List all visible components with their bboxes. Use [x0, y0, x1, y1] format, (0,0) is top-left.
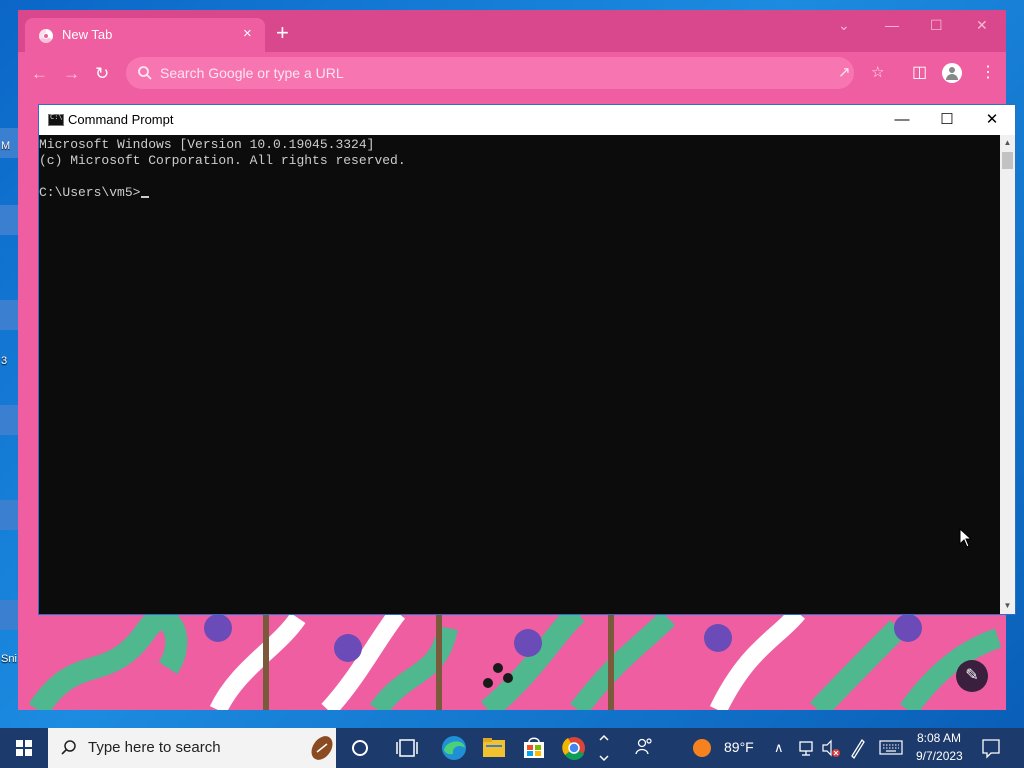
address-bar-placeholder: Search Google or type a URL	[160, 65, 344, 81]
minimize-button[interactable]: —	[885, 16, 899, 34]
scroll-thumb[interactable]	[1002, 152, 1013, 169]
tab-title: New Tab	[62, 27, 113, 42]
console-line: Microsoft Windows [Version 10.0.19045.33…	[39, 137, 375, 152]
back-icon[interactable]: ←	[31, 64, 48, 84]
bookmark-star-icon[interactable]: ☆	[871, 64, 884, 82]
console-output[interactable]: Microsoft Windows [Version 10.0.19045.33…	[39, 135, 1000, 614]
minimize-button[interactable]: —	[880, 109, 924, 131]
clock-date[interactable]: 9/7/2023	[916, 749, 963, 763]
window-title: Command Prompt	[68, 112, 174, 127]
desktop-icon[interactable]	[0, 405, 19, 435]
store-icon[interactable]	[514, 728, 554, 768]
address-bar[interactable]: Search Google or type a URL ↗ ☆	[126, 57, 884, 89]
task-view-icon[interactable]	[387, 728, 427, 768]
file-explorer-icon[interactable]	[474, 728, 514, 768]
chrome-icon[interactable]	[554, 728, 594, 768]
desktop-icon-label: 3	[1, 355, 8, 367]
google-doodle-image[interactable]	[18, 608, 1006, 710]
sun-icon	[693, 739, 711, 757]
chrome-favicon-icon	[39, 29, 53, 43]
desktop-icon[interactable]	[0, 205, 19, 235]
console-line: (c) Microsoft Corporation. All rights re…	[39, 153, 406, 168]
maximize-button[interactable]: ☐	[925, 109, 969, 131]
forward-icon[interactable]: →	[63, 64, 80, 84]
search-highlight-football-icon[interactable]	[306, 732, 336, 764]
network-icon[interactable]	[796, 728, 816, 768]
new-tab-button[interactable]: +	[276, 22, 289, 44]
toolbar: ← → ↻ Search Google or type a URL ↗ ☆ ◫ …	[18, 52, 1006, 96]
tab-strip: New Tab × + ⌄ — ☐ ✕	[18, 10, 1006, 52]
console-prompt-line[interactable]: C:\Users\vm5>	[39, 185, 150, 201]
tab-new-tab[interactable]: New Tab ×	[25, 18, 265, 52]
tab-search-icon[interactable]: ⌄	[838, 16, 850, 34]
taskbar: Type here to search 89°F ∧ 8:08 AM 9/7/2…	[0, 728, 1024, 768]
command-prompt-window: Command Prompt — ☐ ✕ Microsoft Windows […	[38, 104, 1016, 615]
mouse-pointer-icon	[959, 528, 973, 548]
scroll-down-icon[interactable]: ▼	[1000, 598, 1015, 614]
search-placeholder: Type here to search	[88, 739, 221, 756]
customize-edit-button[interactable]: ✎	[956, 660, 988, 692]
desktop-icon-label: M	[1, 140, 11, 152]
pen-workspace-icon[interactable]	[848, 728, 868, 768]
scroll-apps-chevron-icon[interactable]	[596, 728, 612, 768]
scroll-up-icon[interactable]: ▲	[1000, 135, 1015, 151]
console-prompt: C:\Users\vm5>	[39, 185, 141, 200]
maximize-button[interactable]: ☐	[930, 16, 943, 34]
text-cursor	[141, 196, 150, 198]
edge-icon[interactable]	[434, 728, 474, 768]
desktop-icon[interactable]	[0, 600, 19, 630]
close-button[interactable]: ✕	[970, 109, 1014, 131]
clock-time[interactable]: 8:08 AM	[917, 731, 961, 745]
cmd-titlebar[interactable]: Command Prompt — ☐ ✕	[39, 105, 1015, 135]
profile-avatar-icon[interactable]	[942, 63, 962, 83]
cmd-app-icon[interactable]	[48, 113, 64, 126]
share-icon[interactable]: ↗	[838, 64, 851, 82]
volume-muted-icon[interactable]	[820, 728, 842, 768]
desktop-icon[interactable]	[0, 300, 19, 330]
taskbar-search-box[interactable]: Type here to search	[48, 728, 336, 768]
touch-keyboard-icon[interactable]	[878, 728, 904, 768]
people-icon[interactable]	[632, 728, 656, 768]
search-icon	[138, 66, 152, 80]
vertical-scrollbar[interactable]: ▲ ▼	[1000, 135, 1015, 614]
reload-icon[interactable]: ↻	[95, 64, 109, 84]
hidden-icons-chevron-icon[interactable]: ∧	[774, 728, 790, 768]
search-icon	[61, 740, 76, 755]
start-windows-icon[interactable]	[0, 728, 48, 768]
weather-widget[interactable]: 89°F	[684, 728, 760, 768]
weather-temp: 89°F	[724, 739, 754, 755]
side-panel-icon[interactable]: ◫	[912, 64, 927, 82]
notifications-icon[interactable]	[980, 728, 1002, 768]
desktop-icon-label: Sni	[1, 653, 17, 665]
close-button[interactable]: ✕	[976, 16, 988, 34]
close-icon[interactable]: ×	[243, 25, 252, 43]
desktop-icon[interactable]	[0, 500, 19, 530]
cortana-icon[interactable]	[340, 728, 380, 768]
menu-kebab-icon[interactable]: ⋮	[980, 64, 996, 82]
